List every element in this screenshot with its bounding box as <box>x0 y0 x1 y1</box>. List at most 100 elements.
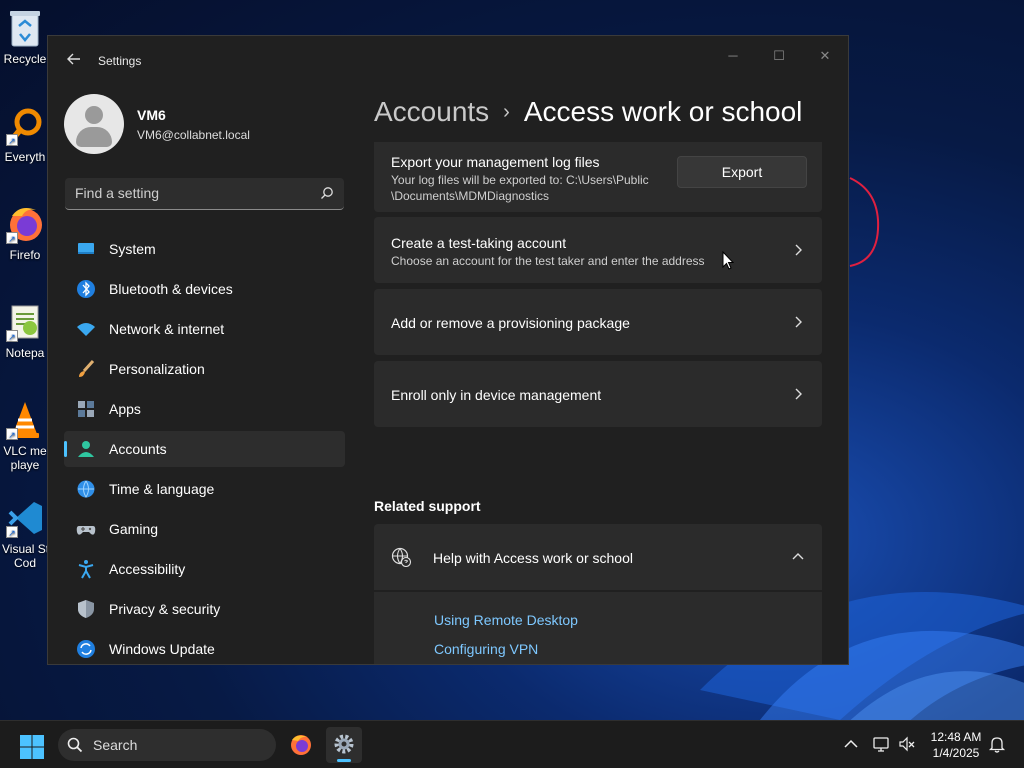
related-support-heading: Related support <box>374 498 481 514</box>
person-icon <box>78 441 94 457</box>
test-account-title: Create a test-taking account <box>391 235 567 251</box>
page-title: Access work or school <box>523 96 803 127</box>
user-profile[interactable]: VM6 VM6@collabnet.local <box>64 94 344 156</box>
sidebar-item-windows-update[interactable]: Windows Update <box>64 631 345 664</box>
breadcrumb-separator-icon: › <box>503 101 510 123</box>
sidebar-item-label: Gaming <box>109 521 159 537</box>
sidebar-item-label: Privacy & security <box>109 601 221 617</box>
windows-start-icon[interactable] <box>16 731 48 763</box>
profile-email: VM6@collabnet.local <box>137 128 250 142</box>
taskbar-settings[interactable] <box>326 727 362 763</box>
breadcrumb: Accounts › Access work or school <box>374 96 802 128</box>
sidebar-item-label: Apps <box>109 401 141 417</box>
chevron-up-icon[interactable] <box>792 551 804 563</box>
sidebar-item-accounts[interactable]: Accounts <box>64 431 345 467</box>
desktop-icon-recycle-bin[interactable]: Recycle <box>2 8 48 66</box>
sidebar-item-bluetooth[interactable]: Bluetooth & devices <box>64 271 345 307</box>
taskbar-search-box[interactable]: Search <box>58 729 276 761</box>
taskbar: Search 12:48 AM 1/4/2025 <box>0 720 1024 768</box>
sidebar-item-system[interactable]: System <box>64 231 345 267</box>
help-expander-body: Using Remote Desktop Configuring VPN <box>374 592 822 664</box>
search-box[interactable] <box>65 178 344 210</box>
firefox-icon <box>291 735 311 755</box>
help-expander-header[interactable]: Help with Access work or school <box>374 524 822 590</box>
chevron-right-icon <box>795 388 802 400</box>
back-button[interactable] <box>64 52 84 72</box>
desktop-icon-label: Cod <box>13 556 36 570</box>
vscode-icon: ↗ <box>6 498 44 538</box>
mouse-cursor-icon <box>722 251 734 270</box>
sidebar-item-network[interactable]: Network & internet <box>64 311 345 347</box>
desktop-icon-label: Everyth <box>4 150 46 164</box>
taskbar-search-label: Search <box>93 737 138 753</box>
system-icon <box>78 243 94 254</box>
shortcut-arrow-icon: ↗ <box>6 330 18 342</box>
test-taking-account-card[interactable]: Create a test-taking account Choose an a… <box>374 217 822 283</box>
breadcrumb-parent[interactable]: Accounts <box>374 96 489 127</box>
bluetooth-icon <box>77 280 95 298</box>
sidebar-item-gaming[interactable]: Gaming <box>64 511 345 547</box>
sidebar-item-accessibility[interactable]: Accessibility <box>64 551 345 587</box>
sidebar-item-label: Accessibility <box>109 561 186 577</box>
clock-time: 12:48 AM <box>930 730 982 744</box>
search-input[interactable] <box>75 185 305 201</box>
firefox-icon: ↗ <box>6 204 44 244</box>
apps-icon <box>78 401 94 417</box>
nav-list: System Bluetooth & devices Network & int… <box>64 231 345 664</box>
brush-icon <box>79 359 95 377</box>
enroll-title: Enroll only in device management <box>391 387 602 403</box>
minimize-button[interactable]: ─ <box>710 44 756 68</box>
desktop-icon-firefox[interactable]: ↗ Firefo <box>2 204 48 262</box>
accessibility-icon <box>78 560 94 579</box>
sidebar-item-privacy-security[interactable]: Privacy & security <box>64 591 345 627</box>
clock-date: 1/4/2025 <box>932 746 980 760</box>
avatar <box>64 94 124 154</box>
export-logs-desc-line1: Your log files will be exported to: C:\U… <box>391 173 649 187</box>
desktop-icon-notepad[interactable]: ↗ Notepa <box>2 302 48 360</box>
desktop-icon-everything[interactable]: ↗ Everyth <box>2 106 48 164</box>
recycle-bin-icon <box>6 8 44 48</box>
gear-icon <box>334 734 354 754</box>
desktop-icon-vscode[interactable]: ↗ Visual St Cod <box>2 498 48 570</box>
sidebar-item-label: Accounts <box>109 441 167 457</box>
link-configuring-vpn[interactable]: Configuring VPN <box>434 641 538 657</box>
shortcut-arrow-icon: ↗ <box>6 428 18 440</box>
help-title: Help with Access work or school <box>433 550 633 566</box>
active-app-indicator <box>337 759 351 762</box>
settings-window: Settings ─ ☐ ✕ VM6 VM6@collabnet.local S… <box>47 35 849 665</box>
export-logs-title: Export your management log files <box>391 154 600 170</box>
sidebar: VM6 VM6@collabnet.local System Bluetooth… <box>48 86 358 664</box>
desktop-icon-label: VLC me <box>3 444 47 458</box>
sidebar-item-personalization[interactable]: Personalization <box>64 351 345 387</box>
desktop-icon-label: Firefo <box>9 248 41 262</box>
main-content: Accounts › Access work or school Export yo… <box>374 86 844 664</box>
red-scribble-annotation <box>849 177 880 267</box>
everything-search-icon: ↗ <box>6 106 44 146</box>
desktop-icon-label: playe <box>10 458 40 472</box>
export-button[interactable]: Export <box>677 156 807 188</box>
sidebar-item-time-language[interactable]: Time & language <box>64 471 345 507</box>
provisioning-package-card[interactable]: Add or remove a provisioning package <box>374 289 822 355</box>
link-using-remote-desktop[interactable]: Using Remote Desktop <box>434 612 578 628</box>
desktop-icon-label: Recycle <box>3 52 47 66</box>
volume-muted-icon[interactable] <box>898 735 916 753</box>
network-icon[interactable] <box>872 735 890 753</box>
notification-bell-icon[interactable] <box>988 735 1006 753</box>
maximize-button[interactable]: ☐ <box>756 44 802 68</box>
enroll-device-management-card[interactable]: Enroll only in device management <box>374 361 822 427</box>
profile-name: VM6 <box>137 107 166 123</box>
close-button[interactable]: ✕ <box>802 44 848 68</box>
desktop-icon-vlc[interactable]: ↗ VLC me playe <box>2 400 48 472</box>
sidebar-item-label: Bluetooth & devices <box>109 281 233 297</box>
chevron-up-icon[interactable] <box>842 735 860 753</box>
taskbar-firefox[interactable] <box>283 727 319 763</box>
clock[interactable]: 12:48 AM 1/4/2025 <box>920 729 992 761</box>
desktop-icons: Recycle ↗ Everyth ↗ Firefo ↗ Notepa ↗ VL… <box>0 0 48 720</box>
update-icon <box>77 640 95 658</box>
shortcut-arrow-icon: ↗ <box>6 134 18 146</box>
shortcut-arrow-icon: ↗ <box>6 526 18 538</box>
sidebar-item-apps[interactable]: Apps <box>64 391 345 427</box>
search-icon[interactable] <box>320 186 334 200</box>
chevron-right-icon <box>795 244 802 256</box>
window-title: Settings <box>98 54 142 68</box>
